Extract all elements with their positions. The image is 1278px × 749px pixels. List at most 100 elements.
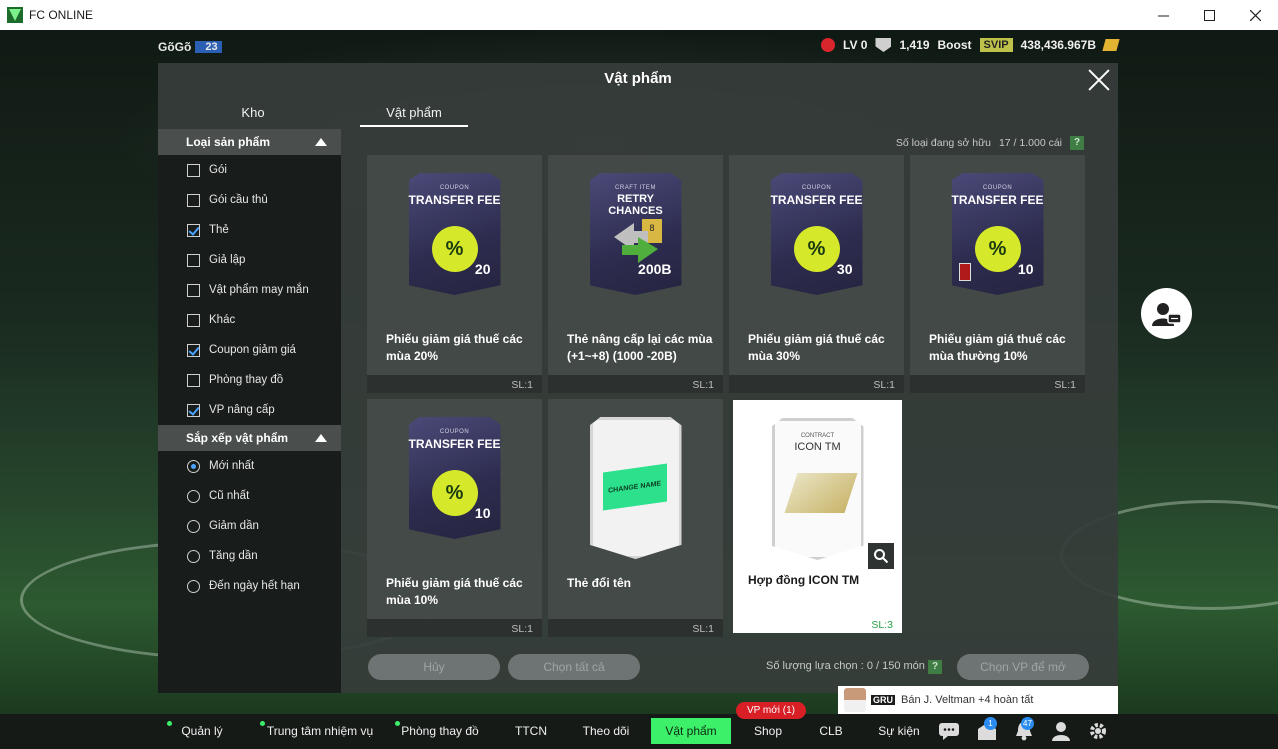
art-discount-value: 10 bbox=[474, 505, 491, 521]
checkbox[interactable] bbox=[187, 163, 200, 177]
sort-option[interactable]: Đến ngày hết hạn bbox=[158, 571, 341, 601]
chat-button[interactable] bbox=[938, 721, 960, 741]
settings-button[interactable] bbox=[1087, 721, 1109, 741]
notification-toast: GRU Bán J. Veltman +4 hoàn tất bbox=[838, 686, 1118, 714]
percent-icon: % bbox=[431, 226, 478, 272]
coupon-card-art: COUPON TRANSFER FEE% 30 bbox=[770, 173, 863, 295]
maximize-icon bbox=[1203, 9, 1215, 21]
art-big-label: CHANGE NAME bbox=[602, 463, 667, 511]
art-small-label: COUPON bbox=[439, 185, 470, 191]
art-big-label: TRANSFER FEE bbox=[408, 437, 501, 451]
radio-button[interactable] bbox=[187, 459, 200, 473]
new-dot-icon bbox=[395, 721, 400, 726]
item-art: COUPON TRANSFER FEE% 30 bbox=[770, 173, 863, 295]
item-card[interactable]: COUPON TRANSFER FEE% 10 Phiếu giảm giá thuế… bbox=[367, 399, 542, 637]
nav-item-5[interactable]: Vật phẩm bbox=[651, 718, 731, 744]
nav-item-2[interactable]: Phòng thay đồ bbox=[395, 718, 480, 744]
filter-sidebar: Loại sản phẩm Gói Gói cầu thủ Thẻ Giả lập Vậ… bbox=[158, 129, 341, 693]
sort-option[interactable]: Giảm dần bbox=[158, 511, 341, 541]
change-name-card-art: CHANGE NAME bbox=[589, 417, 682, 559]
sort-option[interactable]: Tăng dần bbox=[158, 541, 341, 571]
product-type-header[interactable]: Loại sản phẩm bbox=[158, 129, 341, 155]
coupon-card-art: COUPON TRANSFER FEE% 10 bbox=[951, 173, 1044, 295]
filter-option[interactable]: Thẻ bbox=[158, 215, 341, 245]
rank-icon bbox=[821, 38, 836, 52]
filter-label: Gói bbox=[209, 164, 227, 176]
help-icon[interactable]: ? bbox=[1070, 136, 1084, 150]
art-small-label: COUPON bbox=[801, 185, 832, 191]
nav-item-7[interactable]: CLB bbox=[816, 718, 846, 744]
boost-label: Boost bbox=[937, 38, 972, 52]
bp-value: 438,436.967B bbox=[1020, 38, 1096, 52]
profile-icon bbox=[1052, 722, 1070, 741]
new-items-badge: VP mới (1) bbox=[736, 702, 806, 719]
sort-label: Giảm dần bbox=[209, 520, 259, 532]
art-big-label: TRANSFER FEE bbox=[408, 193, 501, 207]
nav-item-3[interactable]: TTCN bbox=[510, 718, 552, 744]
checkbox[interactable] bbox=[187, 373, 200, 387]
nav-item-0[interactable]: Quản lý CT bbox=[167, 718, 232, 744]
sort-header[interactable]: Sắp xếp vật phẩm bbox=[158, 425, 341, 451]
item-art: COUPON TRANSFER FEE% 20 bbox=[408, 173, 501, 295]
filter-option[interactable]: Gói cầu thủ bbox=[158, 185, 341, 215]
sort-option[interactable]: Mới nhất bbox=[158, 451, 341, 481]
checkbox[interactable] bbox=[187, 223, 200, 237]
minimize-button[interactable] bbox=[1140, 0, 1186, 30]
radio-button[interactable] bbox=[187, 519, 200, 533]
nav-item-6[interactable]: Shop bbox=[750, 718, 786, 744]
nav-item-8[interactable]: Sự kiện bbox=[876, 718, 922, 744]
checkbox[interactable] bbox=[187, 253, 200, 267]
open-selected-button[interactable]: Chọn VP để mở bbox=[957, 654, 1089, 680]
selection-help-icon[interactable]: ? bbox=[928, 660, 942, 674]
filter-option[interactable]: Vật phẩm may mắn bbox=[158, 275, 341, 305]
nav-label: Phòng thay đồ bbox=[401, 724, 479, 738]
item-card[interactable]: CONTRACT ICON TM Hợp đồng ICON TM SL:3 bbox=[733, 400, 902, 633]
settings-icon bbox=[1090, 723, 1106, 739]
filter-option[interactable]: Gói bbox=[158, 155, 341, 185]
contract-card-art: CONTRACT ICON TM bbox=[771, 418, 864, 560]
radio-button[interactable] bbox=[187, 579, 200, 593]
filter-option[interactable]: Coupon giảm giá bbox=[158, 335, 341, 365]
tab-vat-pham[interactable]: Vật phẩm bbox=[360, 101, 468, 127]
filter-option[interactable]: Khác bbox=[158, 305, 341, 335]
modal-close-button[interactable] bbox=[1086, 67, 1112, 93]
percent-icon: % bbox=[793, 226, 840, 272]
sort-option[interactable]: Cũ nhất bbox=[158, 481, 341, 511]
filter-option[interactable]: Phòng thay đồ bbox=[158, 365, 341, 395]
nav-label: CLB bbox=[819, 724, 843, 738]
minimize-icon bbox=[1157, 15, 1169, 16]
checkbox[interactable] bbox=[187, 313, 200, 327]
select-all-button[interactable]: Chọn tất cả bbox=[508, 654, 640, 680]
maximize-button[interactable] bbox=[1186, 0, 1232, 30]
modal-tabs: Kho Vật phẩm bbox=[158, 101, 468, 127]
items-modal: Vật phẩm Kho Vật phẩm Loại sản phẩm Gói G… bbox=[158, 63, 1118, 693]
filter-option[interactable]: VP nâng cấp bbox=[158, 395, 341, 425]
checkbox[interactable] bbox=[187, 343, 200, 357]
item-card[interactable]: COUPON TRANSFER FEE% 20 Phiếu giảm giá thuế… bbox=[367, 155, 542, 393]
trophy-icon bbox=[875, 38, 892, 52]
zoom-button[interactable] bbox=[868, 543, 894, 569]
item-card[interactable]: CHANGE NAME Thẻ đổi tên SL:1 bbox=[548, 399, 723, 637]
checkbox[interactable] bbox=[187, 283, 200, 297]
item-quantity: SL:3 bbox=[871, 619, 893, 631]
item-art: COUPON TRANSFER FEE% 10 bbox=[408, 417, 501, 539]
checkbox[interactable] bbox=[187, 403, 200, 417]
tab-kho[interactable]: Kho bbox=[158, 101, 348, 127]
nav-item-4[interactable]: Theo dõi bbox=[580, 718, 632, 744]
filter-option[interactable]: Giả lập bbox=[158, 245, 341, 275]
cancel-button[interactable]: Hủy bbox=[368, 654, 500, 680]
friend-chat-button[interactable] bbox=[1141, 288, 1192, 339]
player-avatar bbox=[844, 688, 866, 712]
sort-list: Mới nhất Cũ nhất Giảm dần Tăng dần Đến ngày … bbox=[158, 451, 341, 601]
item-card[interactable]: COUPON TRANSFER FEE% 10 Phiếu giảm giá thuế… bbox=[910, 155, 1085, 393]
window-close-button[interactable] bbox=[1232, 0, 1278, 30]
profile-button[interactable] bbox=[1050, 721, 1072, 741]
radio-button[interactable] bbox=[187, 549, 200, 563]
item-card[interactable]: COUPON TRANSFER FEE% 30 Phiếu giảm giá thuế… bbox=[729, 155, 904, 393]
sort-label: Mới nhất bbox=[209, 460, 255, 472]
nav-item-1[interactable]: Trung tâm nhiệm vụ bbox=[260, 718, 375, 744]
item-card[interactable]: CRAFT ITEM RETRY CHANCES 8 200B Thẻ nâng cấp… bbox=[548, 155, 723, 393]
radio-button[interactable] bbox=[187, 489, 200, 503]
checkbox[interactable] bbox=[187, 193, 200, 207]
item-name: Thẻ nâng cấp lại các mùa (+1~+8) (1000 -… bbox=[567, 332, 713, 363]
